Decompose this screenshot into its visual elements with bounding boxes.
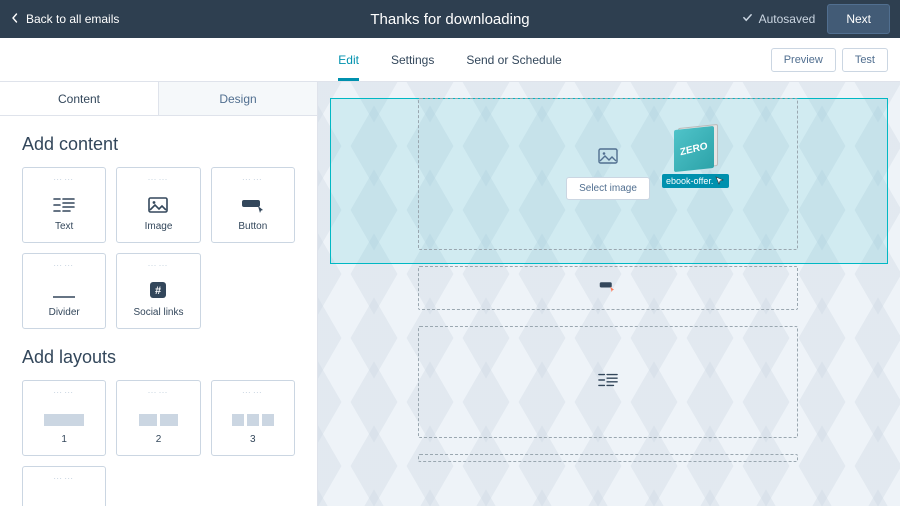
hashtag-icon: # [149,281,167,299]
grip-icon: ⋯⋯ [147,387,169,398]
grip-icon: ⋯⋯ [53,473,75,484]
content-card-label: Button [238,221,267,232]
back-label: Back to all emails [26,12,119,26]
email-block-placeholder[interactable] [418,454,798,462]
grip-icon: ⋯⋯ [53,260,75,271]
content-card-text[interactable]: ⋯⋯ Text [22,167,106,243]
email-block-button[interactable] [418,266,798,310]
email-body: Select image [418,98,798,462]
content-card-label: Divider [49,307,80,318]
tab-edit[interactable]: Edit [338,53,359,81]
content-card-label: Social links [133,307,183,318]
back-link[interactable]: Back to all emails [10,12,119,26]
tab-send[interactable]: Send or Schedule [466,53,561,81]
grip-icon: ⋯⋯ [147,260,169,271]
app-bar: Back to all emails Thanks for downloadin… [0,0,900,38]
layout-card-1col[interactable]: ⋯⋯ 1 [22,380,106,456]
chevron-left-icon [10,12,20,26]
sidebar-tab-design[interactable]: Design [159,82,317,115]
tab-settings[interactable]: Settings [391,53,434,81]
layout-card-more[interactable]: ⋯⋯ [22,466,106,506]
content-card-social[interactable]: ⋯⋯ # Social links [116,253,200,329]
svg-text:#: # [155,285,161,297]
select-image-button[interactable]: Select image [566,177,650,200]
layout-card-label: 2 [156,434,162,445]
grip-icon: ⋯⋯ [242,174,264,185]
layout-card-label: 1 [61,434,67,445]
section-add-layouts: Add layouts [22,347,295,368]
button-icon [241,197,265,213]
layout-card-label: 3 [250,434,256,445]
layout-1col-icon [44,414,84,426]
layout-card-2col[interactable]: ⋯⋯ 2 [116,380,200,456]
test-button[interactable]: Test [842,48,888,72]
text-placeholder-icon [598,372,618,393]
autosave-label: Autosaved [759,12,816,26]
text-icon [53,197,75,213]
page-title: Thanks for downloading [370,11,529,28]
autosave-indicator: Autosaved [742,12,816,26]
content-card-button[interactable]: ⋯⋯ Button [211,167,295,243]
content-card-divider[interactable]: ⋯⋯ Divider [22,253,106,329]
email-block-image[interactable]: Select image [418,98,798,250]
email-block-text[interactable] [418,326,798,438]
image-placeholder-icon [598,148,618,169]
button-placeholder-icon [599,279,617,298]
sidebar-tab-content[interactable]: Content [0,82,159,115]
layout-card-3col[interactable]: ⋯⋯ 3 [211,380,295,456]
preview-button[interactable]: Preview [771,48,836,72]
layout-2col-icon [139,414,178,426]
divider-icon [52,295,76,299]
grip-icon: ⋯⋯ [242,387,264,398]
content-card-label: Text [55,221,73,232]
check-icon [742,12,753,26]
next-button[interactable]: Next [827,4,890,34]
layout-3col-icon [232,414,274,426]
editor-subnav: Edit Settings Send or Schedule Preview T… [0,38,900,82]
email-canvas[interactable]: Select image ZERO [318,82,900,506]
grip-icon: ⋯⋯ [53,387,75,398]
content-card-image[interactable]: ⋯⋯ Image [116,167,200,243]
image-icon [148,197,168,213]
left-sidebar: Content Design Add content ⋯⋯ Text ⋯⋯ [0,82,318,506]
content-card-label: Image [145,221,173,232]
section-add-content: Add content [22,134,295,155]
grip-icon: ⋯⋯ [53,174,75,185]
grip-icon: ⋯⋯ [147,174,169,185]
